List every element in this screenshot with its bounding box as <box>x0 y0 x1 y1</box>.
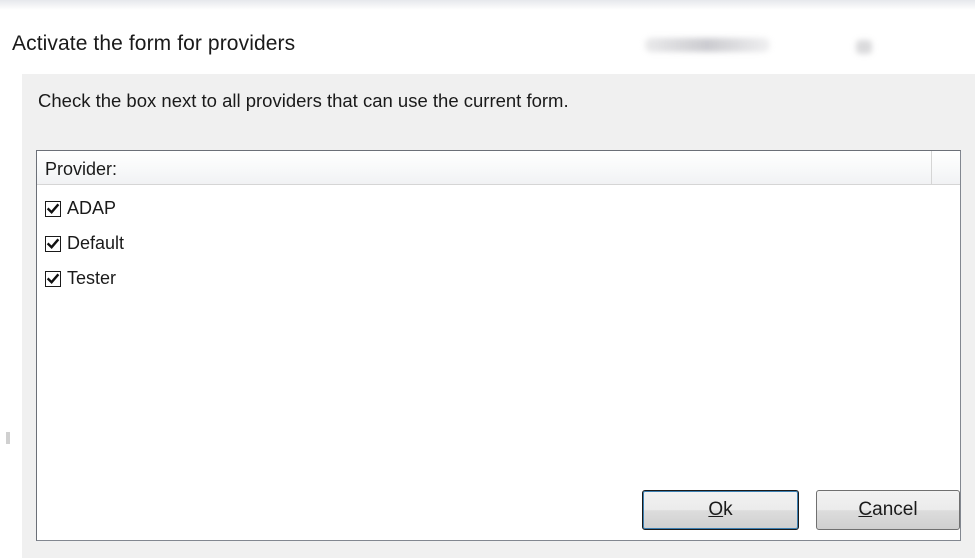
checkbox-tester[interactable] <box>45 270 61 287</box>
ok-mnemonic: O <box>708 499 724 520</box>
dialog-body: Check the box next to all providers that… <box>22 74 975 558</box>
column-header-filler <box>932 151 960 184</box>
cancel-label-rest: ancel <box>872 499 918 520</box>
column-header-provider[interactable]: Provider: <box>37 151 932 184</box>
checkmark-icon <box>46 273 60 284</box>
list-item-tester[interactable]: Tester <box>45 261 124 296</box>
dialog-window: Activate the form for providers Check th… <box>0 0 975 558</box>
list-item-default[interactable]: Default <box>45 226 124 261</box>
blurred-title-content <box>645 38 770 52</box>
background-artifact <box>6 432 10 444</box>
ok-label-rest: k <box>723 499 733 520</box>
list-item-label: ADAP <box>67 198 117 218</box>
cancel-button[interactable]: Cancel <box>816 490 960 530</box>
list-item-label: Tester <box>67 268 117 288</box>
checkbox-adap[interactable] <box>45 200 61 217</box>
list-item-adap[interactable]: ADAP <box>45 191 124 226</box>
checkmark-icon <box>46 203 60 214</box>
blurred-close-icon <box>856 40 872 54</box>
title-bar[interactable]: Activate the form for providers <box>0 10 975 74</box>
provider-rows: ADAP Default Tester <box>45 191 124 296</box>
window-top-edge <box>0 0 975 10</box>
window-title: Activate the form for providers <box>12 32 296 55</box>
checkbox-default[interactable] <box>45 235 61 252</box>
cancel-mnemonic: C <box>858 499 873 520</box>
provider-list[interactable]: Provider: ADAP Default Tester <box>36 150 961 541</box>
column-header-label: Provider: <box>45 159 118 179</box>
instruction-text: Check the box next to all providers that… <box>38 90 569 111</box>
list-header: Provider: <box>37 151 960 185</box>
checkmark-icon <box>46 238 60 249</box>
list-item-label: Default <box>67 233 125 253</box>
ok-button[interactable]: Ok <box>642 490 799 530</box>
